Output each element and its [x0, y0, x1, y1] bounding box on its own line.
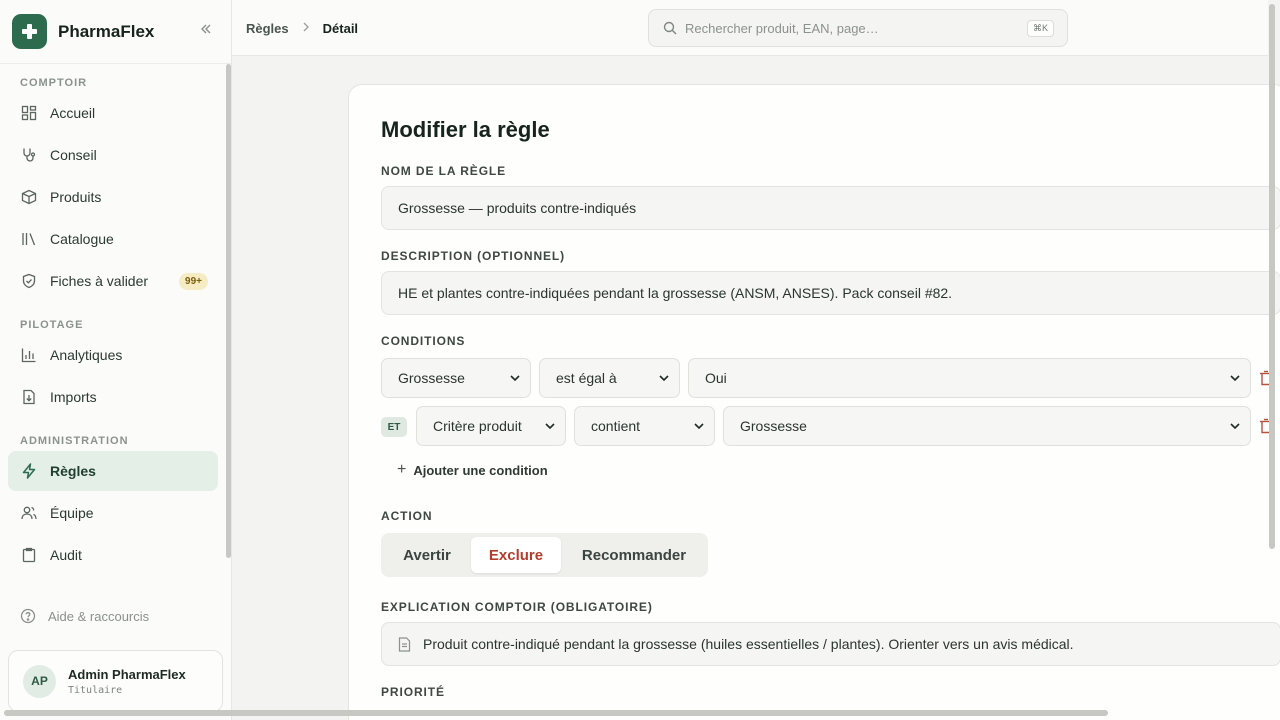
action-recommander-button[interactable]: Recommander	[564, 537, 704, 573]
explanation-value: Produit contre-indiqué pendant la grosse…	[423, 636, 1074, 652]
chevron-down-icon	[510, 374, 520, 382]
users-icon	[20, 504, 38, 522]
breadcrumb-regles[interactable]: Règles	[246, 21, 289, 36]
sidebar-item-audit[interactable]: Audit	[8, 535, 218, 575]
explanation-input[interactable]: Produit contre-indiqué pendant la grosse…	[381, 622, 1280, 666]
main-vertical-scrollbar[interactable]	[1269, 4, 1275, 549]
document-icon	[398, 636, 411, 652]
user-role: Titulaire	[68, 684, 123, 696]
help-circle-icon	[20, 608, 36, 624]
add-condition-label: Ajouter une condition	[413, 462, 548, 478]
chevron-down-icon	[659, 374, 669, 382]
section-title-administration: ADMINISTRATION	[20, 435, 129, 447]
select-value: contient	[591, 418, 641, 434]
chevron-down-icon	[545, 422, 555, 430]
condition-2-value-select[interactable]: Grossesse	[723, 406, 1251, 446]
action-avertir-button[interactable]: Avertir	[385, 537, 469, 573]
app-name: PharmaFlex	[58, 21, 155, 41]
conditions-label: CONDITIONS	[381, 334, 466, 348]
breadcrumb-detail: Détail	[322, 20, 359, 36]
rule-name-label: NOM DE LA RÈGLE	[381, 164, 507, 178]
stethoscope-icon	[20, 146, 38, 164]
collapse-sidebar-icon[interactable]	[199, 22, 213, 41]
sidebar-item-label: Catalogue	[50, 231, 114, 247]
sidebar-item-produits[interactable]: Produits	[8, 177, 218, 217]
chevron-right-icon	[302, 21, 310, 35]
sidebar-item-accueil[interactable]: Accueil	[8, 93, 218, 133]
search-shortcut-hint: ⌘K	[1026, 20, 1054, 37]
clipboard-icon	[20, 546, 38, 564]
condition-1-value-select[interactable]: Oui	[688, 358, 1251, 398]
logo-cross-icon	[12, 14, 47, 49]
select-value: Oui	[705, 370, 727, 386]
select-value: Critère produit	[433, 418, 522, 434]
select-value: Grossesse	[398, 370, 465, 386]
sidebar-item-equipe[interactable]: Équipe	[8, 493, 218, 533]
user-name: Admin PharmaFlex	[68, 666, 186, 682]
section-title-comptoir: COMPTOIR	[20, 77, 88, 89]
description-input[interactable]: HE et plantes contre-indiquées pendant l…	[381, 271, 1280, 315]
explanation-label: EXPLICATION COMPTOIR (OBLIGATOIRE)	[381, 600, 653, 614]
sidebar-item-analytiques[interactable]: Analytiques	[8, 335, 218, 375]
action-label: ACTION	[381, 509, 433, 523]
sidebar-nav: COMPTOIR Accueil Conseil Produits Catalo…	[0, 64, 222, 590]
help-label: Aide & raccourcis	[48, 608, 150, 624]
select-value: est égal à	[556, 370, 617, 386]
condition-2-operator-select[interactable]: contient	[574, 406, 715, 446]
topbar: Règles Détail ⌘K	[232, 0, 1268, 56]
sidebar: PharmaFlex COMPTOIR Accueil Conseil Prod…	[0, 0, 232, 720]
sidebar-item-regles[interactable]: Règles	[8, 451, 218, 491]
chevron-down-icon	[1230, 422, 1240, 430]
shield-check-icon	[20, 272, 38, 290]
condition-1-operator-select[interactable]: est égal à	[539, 358, 680, 398]
sidebar-item-fiches-a-valider[interactable]: Fiches à valider 99+	[8, 261, 218, 301]
section-title-pilotage: PILOTAGE	[20, 319, 84, 331]
sidebar-item-label: Analytiques	[50, 347, 123, 363]
avatar: AP	[23, 664, 56, 698]
action-exclure-button[interactable]: Exclure	[471, 537, 561, 573]
search-input[interactable]	[685, 20, 1005, 36]
help-shortcuts-link[interactable]: Aide & raccourcis	[8, 598, 218, 634]
bar-chart-icon	[20, 346, 38, 364]
dashboard-icon	[20, 104, 38, 122]
select-value: Grossesse	[740, 418, 807, 434]
sidebar-item-label: Règles	[50, 463, 96, 479]
priority-label: PRIORITÉ	[381, 685, 445, 699]
rule-name-input[interactable]: Grossesse — produits contre-indiqués	[381, 186, 1280, 230]
rule-editor-card: Modifier la règle NOM DE LA RÈGLE Grosse…	[348, 84, 1280, 720]
lightning-icon	[20, 462, 38, 480]
sidebar-item-label: Équipe	[50, 505, 94, 521]
description-label: DESCRIPTION (OPTIONNEL)	[381, 249, 566, 263]
add-condition-button[interactable]: + Ajouter une condition	[397, 461, 548, 479]
sidebar-item-label: Produits	[50, 189, 102, 205]
library-icon	[20, 230, 38, 248]
sidebar-item-conseil[interactable]: Conseil	[8, 135, 218, 175]
chevron-down-icon	[1230, 374, 1240, 382]
condition-2-field-select[interactable]: Critère produit	[416, 406, 566, 446]
breadcrumb: Règles Détail	[246, 0, 358, 56]
pending-count-badge: 99+	[179, 272, 208, 290]
sidebar-item-catalogue[interactable]: Catalogue	[8, 219, 218, 259]
action-segmented-control: Avertir Exclure Recommander	[381, 533, 708, 577]
page-title: Modifier la règle	[381, 117, 550, 142]
horizontal-scrollbar[interactable]	[4, 710, 1108, 716]
package-icon	[20, 188, 38, 206]
file-download-icon	[20, 388, 38, 406]
brand: PharmaFlex	[0, 0, 231, 64]
global-search[interactable]: ⌘K	[648, 9, 1068, 47]
sidebar-item-label: Fiches à valider	[50, 273, 149, 289]
sidebar-item-label: Imports	[50, 389, 97, 405]
search-icon	[663, 21, 677, 35]
user-card[interactable]: AP Admin PharmaFlex Titulaire	[8, 650, 223, 712]
sidebar-item-label: Audit	[50, 547, 82, 563]
sidebar-item-imports[interactable]: Imports	[8, 377, 218, 417]
sidebar-item-label: Accueil	[50, 105, 96, 121]
chevron-down-icon	[694, 422, 704, 430]
and-connector-badge: ET	[381, 417, 407, 437]
condition-1-field-select[interactable]: Grossesse	[381, 358, 531, 398]
sidebar-scrollbar[interactable]	[226, 64, 231, 558]
plus-icon: +	[397, 461, 407, 478]
sidebar-item-label: Conseil	[50, 147, 97, 163]
